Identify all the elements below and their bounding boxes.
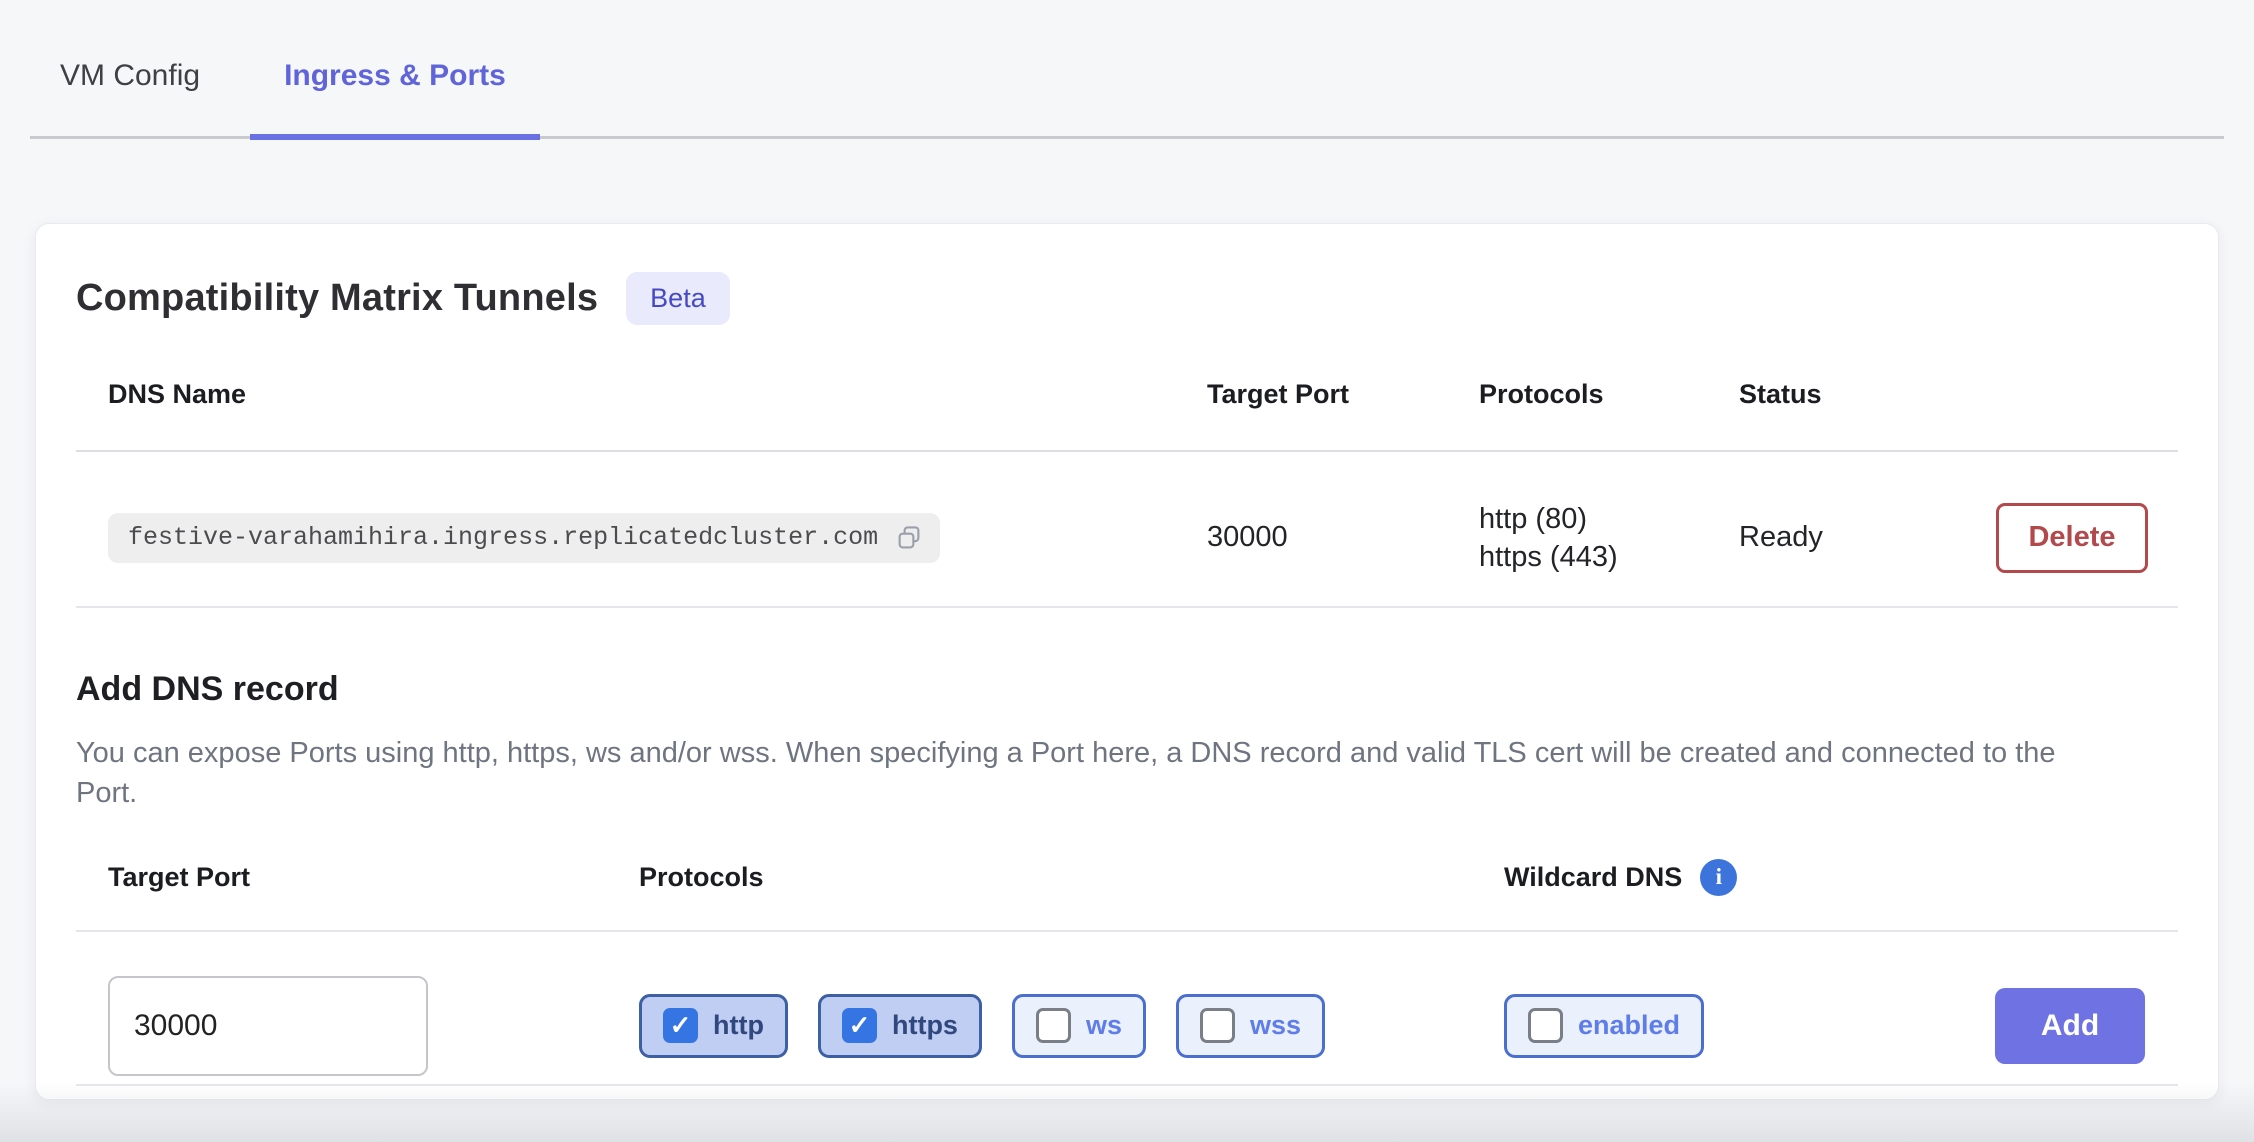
actions-cell: Delete xyxy=(1996,503,2178,573)
target-port-cell: 30000 xyxy=(1207,521,1479,554)
protocol-chip-wss[interactable]: wss xyxy=(1176,994,1325,1058)
wildcard-dns-label: Wildcard DNS xyxy=(1504,862,1682,893)
checkbox-unchecked-icon xyxy=(1200,1008,1235,1043)
protocol-chip-http[interactable]: ✓ http xyxy=(639,994,788,1058)
status-cell: Ready xyxy=(1739,521,1996,554)
table-row: festive-varahamihira.ingress.replicatedc… xyxy=(76,452,2178,608)
protocol-chip-label: ws xyxy=(1086,1010,1122,1041)
checkbox-unchecked-icon xyxy=(1528,1008,1563,1043)
protocol-chip-group: ✓ http ✓ https ws wss xyxy=(639,994,1504,1058)
add-dns-form-header: Target Port Protocols Wildcard DNS i xyxy=(76,813,2178,932)
add-dns-heading: Add DNS record xyxy=(76,670,2178,709)
info-icon[interactable]: i xyxy=(1700,859,1737,896)
copy-icon[interactable] xyxy=(894,523,924,553)
dns-name-pill: festive-varahamihira.ingress.replicatedc… xyxy=(108,513,940,563)
form-header-actions xyxy=(1995,859,2178,896)
dns-name-value: festive-varahamihira.ingress.replicatedc… xyxy=(128,523,878,552)
tunnels-card: Compatibility Matrix Tunnels Beta DNS Na… xyxy=(35,223,2219,1100)
tab-bar: VM Config Ingress & Ports xyxy=(30,0,2224,139)
wildcard-enabled-chip[interactable]: enabled xyxy=(1504,994,1704,1058)
delete-button[interactable]: Delete xyxy=(1996,503,2148,573)
form-header-target-port: Target Port xyxy=(108,859,639,896)
wildcard-chip-label: enabled xyxy=(1578,1010,1680,1041)
col-header-actions xyxy=(1996,379,2178,410)
add-dns-form-row: ✓ http ✓ https ws wss enabled Add xyxy=(76,932,2178,1086)
col-header-dns-name: DNS Name xyxy=(108,379,1207,410)
col-header-target-port: Target Port xyxy=(1207,379,1479,410)
target-port-input[interactable] xyxy=(108,976,428,1076)
checkbox-checked-icon: ✓ xyxy=(663,1008,698,1043)
protocol-chip-label: wss xyxy=(1250,1010,1301,1041)
add-cell: Add xyxy=(1995,988,2178,1064)
protocol-line-https: https (443) xyxy=(1479,538,1739,576)
checkbox-unchecked-icon xyxy=(1036,1008,1071,1043)
checkbox-checked-icon: ✓ xyxy=(842,1008,877,1043)
protocol-chip-label: https xyxy=(892,1010,958,1041)
tab-ingress-ports[interactable]: Ingress & Ports xyxy=(250,58,540,140)
form-header-wildcard-dns: Wildcard DNS i xyxy=(1504,859,1995,896)
protocol-chip-ws[interactable]: ws xyxy=(1012,994,1146,1058)
add-dns-description: You can expose Ports using http, https, … xyxy=(76,733,2121,813)
protocol-chip-https[interactable]: ✓ https xyxy=(818,994,982,1058)
target-port-field-cell xyxy=(108,976,639,1076)
protocol-chip-label: http xyxy=(713,1010,764,1041)
dns-name-cell: festive-varahamihira.ingress.replicatedc… xyxy=(108,513,1207,563)
protocol-line-http: http (80) xyxy=(1479,500,1739,538)
beta-badge: Beta xyxy=(626,272,730,325)
col-header-protocols: Protocols xyxy=(1479,379,1739,410)
form-header-protocols: Protocols xyxy=(639,859,1504,896)
tunnels-table-header: DNS Name Target Port Protocols Status xyxy=(76,325,2178,452)
tab-vm-config[interactable]: VM Config xyxy=(30,58,232,136)
card-title-row: Compatibility Matrix Tunnels Beta xyxy=(76,224,2178,325)
col-header-status: Status xyxy=(1739,379,1996,410)
wildcard-cell: enabled xyxy=(1504,994,1995,1058)
add-button[interactable]: Add xyxy=(1995,988,2145,1064)
protocols-cell: http (80) https (443) xyxy=(1479,500,1739,576)
card-title: Compatibility Matrix Tunnels xyxy=(76,277,598,320)
